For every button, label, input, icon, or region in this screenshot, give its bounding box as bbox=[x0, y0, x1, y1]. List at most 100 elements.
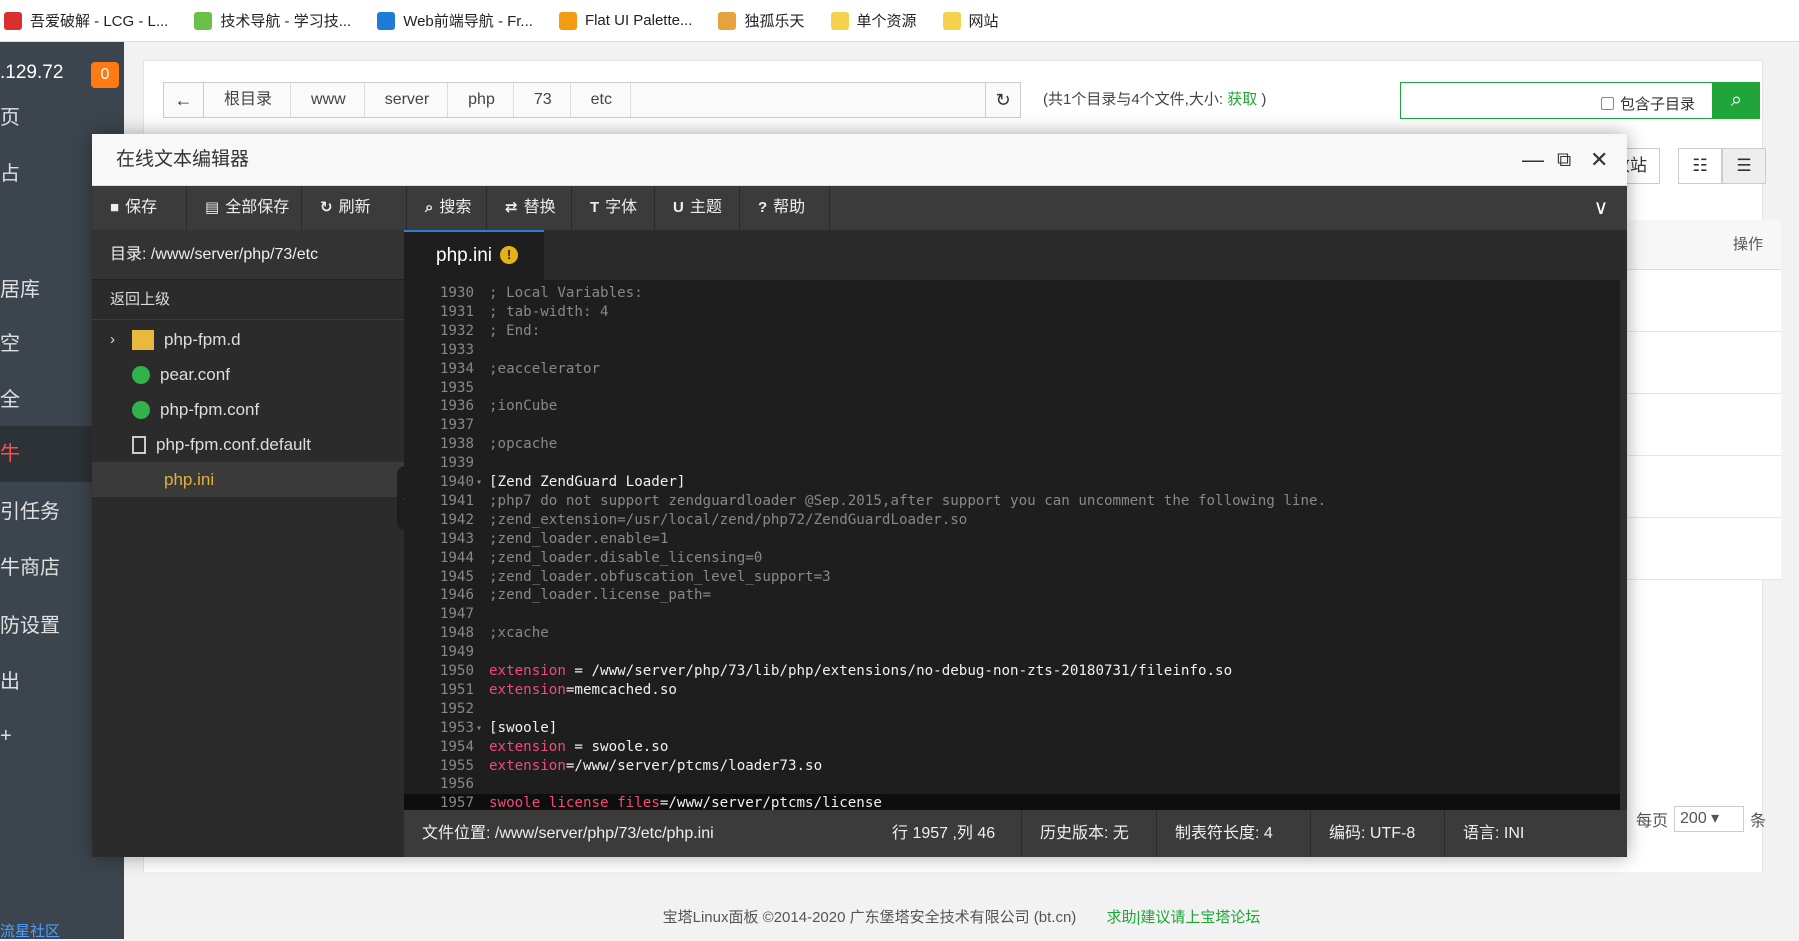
breadcrumb-item[interactable]: www bbox=[291, 83, 365, 117]
breadcrumb-item[interactable]: 73 bbox=[514, 83, 571, 117]
breadcrumb-item[interactable]: server bbox=[365, 83, 449, 117]
status-history[interactable]: 历史版本: 无 bbox=[1021, 810, 1129, 857]
editor-title-bar: 在线文本编辑器 — ⧉ ✕ bbox=[92, 134, 1627, 186]
dir-info-text: (共1个目录与4个文件,大小: bbox=[1043, 91, 1224, 108]
include-subdir-checkbox[interactable]: 包含子目录 bbox=[1601, 93, 1695, 114]
toolbar-button[interactable]: ↻ 刷新 bbox=[302, 186, 407, 230]
line-number: 1938 bbox=[439, 436, 474, 453]
bookmark-label: Flat UI Palette... bbox=[584, 12, 693, 29]
code-editor[interactable]: 1930 ; Local Variables: 1931 ; tab-width: 4… bbox=[404, 280, 1627, 810]
breadcrumb-item[interactable]: php bbox=[448, 83, 514, 117]
toolbar-button[interactable]: T 字体 bbox=[572, 186, 655, 230]
bookmark-item[interactable]: 网站 bbox=[942, 10, 999, 31]
code-text: ;zend_loader.license_path= bbox=[489, 586, 711, 605]
chevron-right-icon: › bbox=[110, 331, 115, 348]
line-number: 1948 bbox=[439, 625, 474, 642]
per-page-select[interactable]: 200 ▾ bbox=[1674, 806, 1745, 832]
toolbar-button-label: 主题 bbox=[689, 199, 722, 216]
toolbar-button[interactable]: ■ 保存 bbox=[92, 186, 187, 230]
vertical-scrollbar[interactable] bbox=[1620, 280, 1627, 810]
code-text: ;zend_loader.obfuscation_level_support=3 bbox=[489, 568, 831, 587]
toolbar-button[interactable]: ⌕ 搜索 bbox=[407, 186, 487, 230]
code-token: ; Local Variables: bbox=[489, 285, 643, 301]
file-name: php-fpm.conf bbox=[160, 400, 260, 419]
status-language[interactable]: 语言: INI bbox=[1444, 810, 1524, 857]
file-tree-item[interactable]: › php-fpm.d bbox=[92, 322, 404, 357]
bookmark-item[interactable]: 吾爱破解 - LCG - L... bbox=[4, 10, 168, 31]
bookmark-icon bbox=[558, 11, 577, 30]
fold-arrow-icon[interactable]: ▾ bbox=[476, 719, 482, 738]
grid-view-icon[interactable]: ☷ bbox=[1678, 148, 1722, 184]
bookmark-item[interactable]: 技术导航 - 学习技... bbox=[194, 10, 351, 31]
maximize-icon[interactable]: ⧉ bbox=[1557, 134, 1571, 186]
code-line: 1936 ;ionCube bbox=[404, 397, 1627, 416]
toolbar-button[interactable]: ⇄ 替换 bbox=[487, 186, 572, 230]
config-file-icon bbox=[132, 365, 150, 384]
community-link[interactable]: 流星社区 bbox=[0, 920, 60, 941]
line-number: 1950 bbox=[439, 663, 474, 679]
status-encoding[interactable]: 编码: UTF-8 bbox=[1310, 810, 1415, 857]
file-tree-item[interactable]: php-fpm.conf.default bbox=[92, 427, 404, 462]
back-arrow-icon[interactable]: ← bbox=[164, 83, 204, 117]
minimize-icon[interactable]: — bbox=[1522, 134, 1544, 186]
bookmark-item[interactable]: Web前端导航 - Fr... bbox=[377, 10, 533, 31]
bookmark-label: 技术导航 - 学习技... bbox=[220, 13, 352, 30]
file-tree-item[interactable]: php.ini bbox=[92, 462, 404, 497]
file-tree-item[interactable]: php-fpm.conf bbox=[92, 392, 404, 427]
code-line: 1945 ;zend_loader.obfuscation_level_suppo… bbox=[404, 568, 1627, 587]
code-token: [swoole] bbox=[489, 719, 558, 736]
toolbar-button[interactable]: ▤ 全部保存 bbox=[187, 186, 302, 230]
code-token: ;zend_extension=/usr/local/zend/php72/Ze… bbox=[489, 511, 968, 528]
tab-php-ini[interactable]: php.ini! bbox=[404, 230, 544, 280]
bookmark-item[interactable]: 单个资源 bbox=[830, 10, 917, 31]
forum-link[interactable]: 求助|建议请上宝塔论坛 bbox=[1106, 909, 1260, 926]
code-token: =/www/server/ptcms/loader73.so bbox=[565, 757, 823, 774]
bookmark-item[interactable]: 独孤乐天 bbox=[718, 10, 805, 31]
code-text: ;zend_loader.enable=1 bbox=[489, 530, 668, 549]
get-size-link[interactable]: 获取 bbox=[1227, 91, 1257, 108]
chevron-down-icon[interactable]: ∨ bbox=[1575, 186, 1627, 230]
line-number: 1931 bbox=[439, 303, 474, 320]
line-number: 1944 bbox=[439, 549, 474, 566]
code-text: ;zend_loader.disable_licensing=0 bbox=[489, 549, 762, 568]
refresh-icon[interactable]: ↻ bbox=[985, 82, 1021, 118]
code-token: ; tab-width: 4 bbox=[489, 303, 609, 320]
list-view-icon[interactable]: ☰ bbox=[1722, 148, 1766, 184]
file-tree-item[interactable]: pear.conf bbox=[92, 357, 404, 392]
status-tab-size[interactable]: 制表符长度: 4 bbox=[1156, 810, 1273, 857]
save-all-icon: ▤ bbox=[205, 199, 220, 216]
go-up-button[interactable]: 返回上级 bbox=[92, 280, 404, 320]
bookmark-item[interactable]: Flat UI Palette... bbox=[558, 11, 693, 30]
editor-tabs: php.ini! bbox=[404, 230, 1627, 280]
copyright-text: 宝塔Linux面板 ©2014-2020 广东堡塔安全技术有限公司 (bt.cn… bbox=[662, 909, 1077, 926]
code-token: extension bbox=[489, 663, 566, 679]
toolbar-button[interactable]: U 主题 bbox=[655, 186, 740, 230]
notification-badge[interactable]: 0 bbox=[91, 62, 119, 88]
file-name: php-fpm.conf.default bbox=[156, 435, 311, 454]
bookmark-icon bbox=[942, 11, 961, 30]
code-token: extension bbox=[489, 738, 566, 755]
fold-arrow-icon[interactable]: ▾ bbox=[476, 473, 482, 492]
toolbar-button[interactable]: ? 帮助 bbox=[740, 186, 830, 230]
search-button[interactable]: ⌕ bbox=[1713, 82, 1760, 119]
code-line: 1957 swoole_license_files=/www/server/ptc… bbox=[404, 794, 1627, 810]
bookmark-icon bbox=[194, 11, 213, 30]
code-text: extension=memcached.so bbox=[489, 681, 677, 700]
code-text: extension=/www/server/ptcms/loader73.so bbox=[489, 757, 822, 776]
bookmark-label: 网站 bbox=[968, 13, 999, 30]
unsaved-warning-icon: ! bbox=[500, 246, 518, 264]
line-number: 1943 bbox=[439, 530, 474, 547]
breadcrumb-item[interactable]: etc bbox=[571, 83, 631, 117]
breadcrumb-item[interactable]: 根目录 bbox=[204, 83, 292, 117]
text-file-icon bbox=[132, 435, 146, 454]
bookmarks-bar: 吾爱破解 - LCG - L... 技术导航 - 学习技... Web前端导航 - … bbox=[0, 0, 1799, 42]
file-search-input[interactable]: 包含子目录 bbox=[1400, 82, 1713, 119]
code-line: 1932 ; End: bbox=[404, 322, 1627, 341]
close-icon[interactable]: ✕ bbox=[1590, 134, 1608, 186]
code-line: 1947 bbox=[404, 605, 1627, 624]
code-line: 1935 bbox=[404, 379, 1627, 398]
code-token: [Zend ZendGuard Loader] bbox=[489, 474, 686, 490]
code-token: ;xcache bbox=[489, 625, 549, 642]
code-line: 1930 ; Local Variables: bbox=[404, 284, 1627, 303]
toolbar-button-label: 帮助 bbox=[773, 199, 806, 216]
